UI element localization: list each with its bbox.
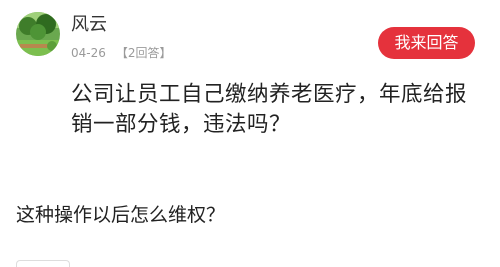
answer-count[interactable]: 【2回答】	[116, 46, 172, 60]
author-name[interactable]: 风云	[71, 14, 107, 36]
related-question-title[interactable]: 这种操作以后怎么维权？	[16, 202, 225, 228]
next-card-edge	[16, 260, 70, 267]
author-avatar[interactable]	[16, 12, 60, 56]
post-date: 04-26	[71, 46, 106, 60]
post-meta: 04-26 【2回答】	[71, 45, 172, 61]
question-title[interactable]: 公司让员工自己缴纳养老医疗，年底给报销一部分钱，违法吗？	[71, 80, 483, 140]
answer-button[interactable]: 我来回答	[378, 27, 475, 59]
